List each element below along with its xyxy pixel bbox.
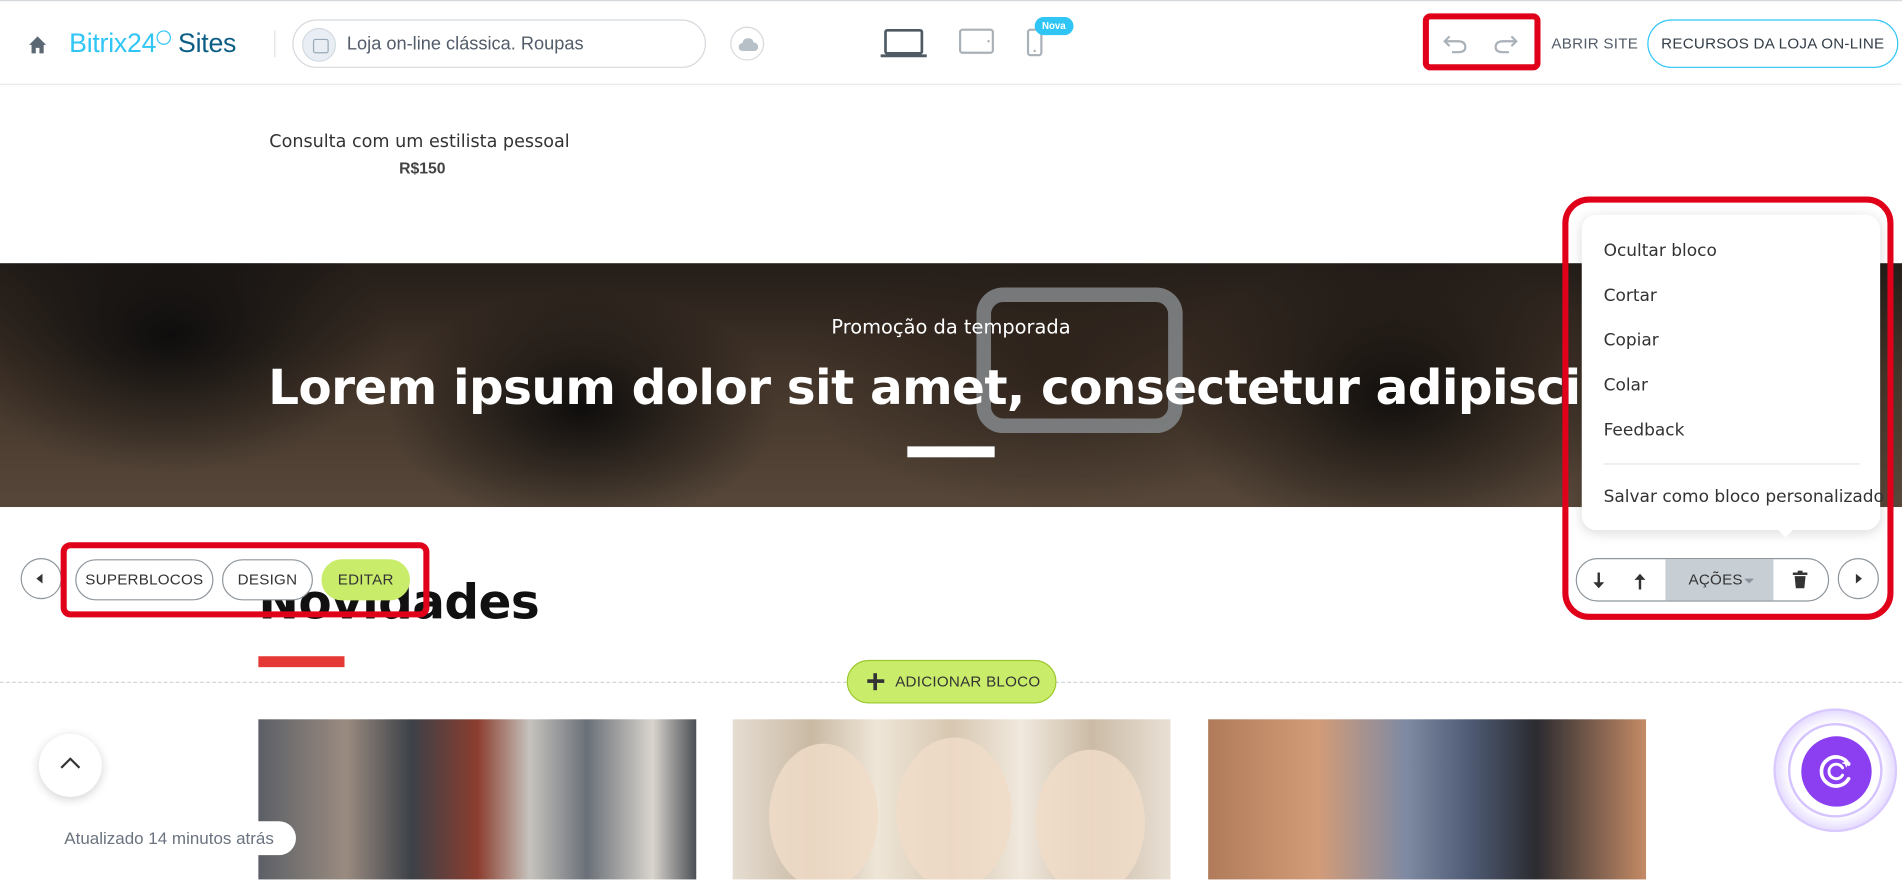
toolbar-divider xyxy=(274,30,276,58)
bitrix24-sites-logo[interactable]: Bitrix24 Sites xyxy=(69,28,236,60)
model-face xyxy=(896,737,1012,880)
ai-assistant-button[interactable] xyxy=(1773,708,1898,833)
cloud-save-button[interactable] xyxy=(730,26,765,61)
heading-underline xyxy=(258,656,345,668)
model-face xyxy=(769,743,879,880)
plus-icon xyxy=(867,673,885,691)
redo-icon[interactable] xyxy=(1492,33,1519,61)
logo-suffix-text: Sites xyxy=(178,27,237,59)
model-face xyxy=(1035,749,1146,880)
scroll-to-top-button[interactable] xyxy=(38,733,102,797)
product-image-models[interactable] xyxy=(732,719,1171,880)
site-thumbnail-icon xyxy=(302,27,337,62)
undo-icon[interactable] xyxy=(1442,33,1469,61)
cloud-icon xyxy=(738,38,759,51)
banner-divider xyxy=(907,446,995,458)
site-name: Loja on-line clássica. Roupas xyxy=(346,33,584,55)
chevron-left-icon[interactable] xyxy=(20,557,62,600)
left-controls-highlight xyxy=(60,542,430,618)
home-icon[interactable] xyxy=(27,34,49,56)
product-image-clothes-rack[interactable] xyxy=(258,719,697,880)
undo-redo-highlight xyxy=(1422,13,1541,71)
new-badge: Nova xyxy=(1034,16,1073,36)
page-root: Bitrix24 Sites Loja on-line clássica. Rou… xyxy=(0,0,1902,880)
chevron-up-icon xyxy=(60,757,81,769)
product-name[interactable]: Consulta com um estilista pessoal xyxy=(269,132,569,151)
desktop-icon[interactable] xyxy=(879,28,928,66)
logo-main-text: Bitrix24 xyxy=(69,27,157,59)
logo-clock-icon xyxy=(156,30,171,45)
product-image-speaker[interactable] xyxy=(1208,719,1647,880)
tablet-icon[interactable] xyxy=(958,28,994,61)
open-site-link[interactable]: ABRIR SITE xyxy=(1551,35,1638,52)
top-toolbar: Bitrix24 Sites Loja on-line clássica. Rou… xyxy=(0,0,1902,85)
product-price: R$150 xyxy=(399,158,446,178)
add-block-label: ADICIONAR BLOCO xyxy=(895,673,1041,691)
site-selector[interactable]: Loja on-line clássica. Roupas xyxy=(292,19,706,68)
store-resources-button[interactable]: RECURSOS DA LOJA ON-LINE xyxy=(1647,19,1899,68)
banner-title: Lorem ipsum dolor sit amet, consectetur … xyxy=(268,360,1615,417)
editor-viewport: Bitrix24 Sites Loja on-line clássica. Rou… xyxy=(0,0,1902,880)
add-block-button[interactable]: ADICIONAR BLOCO xyxy=(846,659,1057,704)
last-updated-status: Atualizado 14 minutos atrás xyxy=(42,821,296,856)
right-controls-highlight xyxy=(1562,196,1894,620)
ai-assistant-icon xyxy=(1801,736,1872,807)
